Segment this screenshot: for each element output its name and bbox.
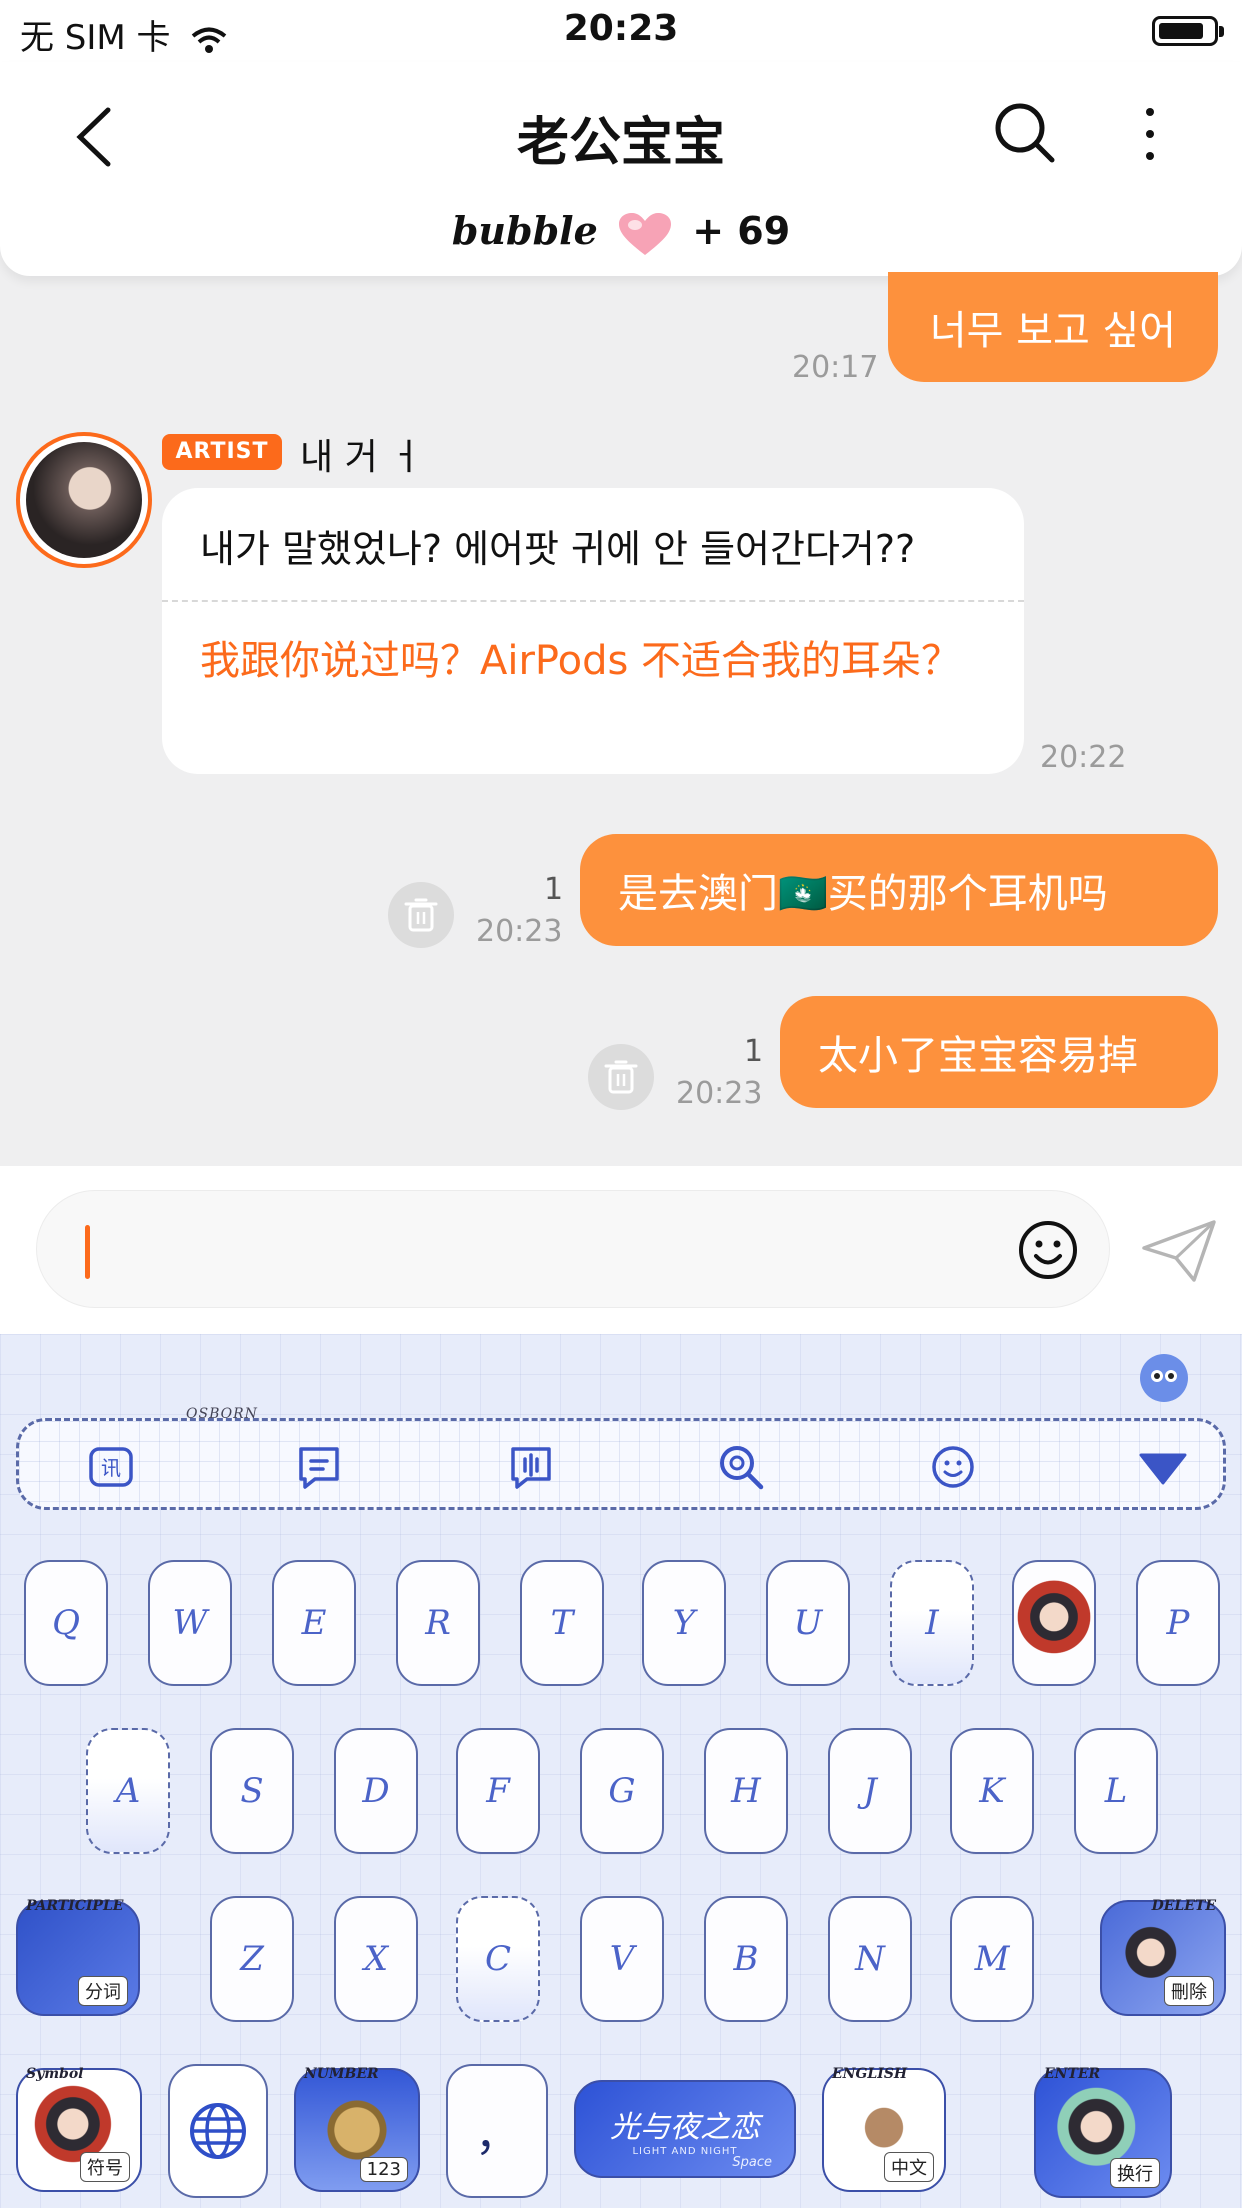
status-bar: 无 SIM 卡 20:23 (0, 0, 1242, 62)
delete-key[interactable]: DELETE 刪除 (1100, 1898, 1226, 2016)
chat-header: 老公宝宝 bubble + 69 (0, 62, 1242, 276)
symbol-key[interactable]: Symbol 符号 (16, 2066, 142, 2192)
key-m[interactable]: M (950, 1896, 1034, 2022)
send-icon[interactable] (1140, 1218, 1220, 1284)
message-time: 20:22 (1040, 740, 1127, 775)
key-y[interactable]: Y (642, 1560, 726, 1686)
bubble-brand: bubble (451, 208, 598, 253)
outgoing-message[interactable]: 너무 보고 싶어 (888, 272, 1218, 382)
artist-avatar[interactable] (16, 432, 152, 568)
key-v[interactable]: V (580, 1896, 664, 2022)
key-j[interactable]: J (828, 1728, 912, 1854)
space-key[interactable]: 光与夜之恋 LIGHT AND NIGHT Space (574, 2080, 796, 2178)
delete-message-button[interactable] (388, 882, 454, 948)
message-text: 太小了宝宝容易掉 (818, 1033, 1138, 1079)
trash-icon (604, 1060, 638, 1094)
message-time: 20:23 (476, 914, 563, 949)
number-key[interactable]: NUMBER 123 (294, 2066, 420, 2192)
key-n[interactable]: N (828, 1896, 912, 2022)
bubble-count: + 69 (692, 209, 791, 253)
artist-name: 내 거 ㅓ (300, 437, 423, 478)
outgoing-message[interactable]: 是去澳门🇲🇴买的那个耳机吗 (580, 834, 1218, 946)
message-input[interactable] (36, 1190, 1110, 1308)
key-p[interactable]: P (1136, 1560, 1220, 1686)
emoji-icon[interactable] (927, 1441, 979, 1493)
key-z[interactable]: Z (210, 1896, 294, 2022)
heart-icon (619, 212, 671, 255)
collapse-keyboard-icon[interactable] (1137, 1441, 1189, 1493)
outgoing-message[interactable]: 太小了宝宝容易掉 (780, 996, 1218, 1108)
battery-icon (1152, 16, 1224, 46)
keyboard: OSBORN 讯 Q W E R T Y U I P A S D F G H J… (0, 1334, 1242, 2208)
message-time: 20:23 (676, 1076, 763, 1111)
globe-icon (190, 2103, 246, 2159)
emoji-icon[interactable] (1017, 1219, 1079, 1281)
message-time: 20:17 (792, 350, 879, 385)
message-text: 내가 말했었나? 에어팟 귀에 안 들어간다거?? (200, 527, 916, 571)
bubble-counter[interactable]: bubble + 69 (0, 208, 1242, 257)
key-t[interactable]: T (520, 1560, 604, 1686)
key-e[interactable]: E (272, 1560, 356, 1686)
language-key[interactable]: ENGLISH 中文 (822, 2066, 946, 2192)
key-f[interactable]: F (456, 1728, 540, 1854)
back-arrow-icon[interactable] (68, 102, 128, 172)
key-q[interactable]: Q (24, 1560, 108, 1686)
delete-message-button[interactable] (588, 1044, 654, 1110)
voice-icon[interactable] (505, 1441, 557, 1493)
more-options-icon[interactable] (1130, 98, 1170, 168)
key-o-character[interactable] (1012, 1560, 1096, 1686)
key-w[interactable]: W (148, 1560, 232, 1686)
key-l[interactable]: L (1074, 1728, 1158, 1854)
key-r[interactable]: R (396, 1560, 480, 1686)
composer (0, 1166, 1242, 1334)
comma-key[interactable]: ， (446, 2064, 548, 2198)
key-s[interactable]: S (210, 1728, 294, 1854)
status-time: 20:23 (563, 8, 679, 49)
search-icon[interactable] (990, 98, 1060, 168)
input-method-icon[interactable]: 讯 (85, 1441, 137, 1493)
read-count: 1 (544, 872, 564, 907)
svg-text:讯: 讯 (101, 1456, 121, 1480)
key-b[interactable]: B (704, 1896, 788, 2022)
key-i[interactable]: I (890, 1560, 974, 1686)
key-a[interactable]: A (86, 1728, 170, 1854)
trash-icon (404, 898, 438, 932)
search-icon[interactable] (715, 1441, 767, 1493)
keyboard-toolbar: 讯 (16, 1418, 1226, 1510)
read-count: 1 (744, 1034, 764, 1069)
artist-badge: ARTIST (162, 434, 282, 470)
clipboard-icon[interactable] (293, 1441, 345, 1493)
message-text: 是去澳门🇲🇴买的那个耳机吗 (618, 871, 1108, 917)
incoming-message[interactable]: 내가 말했었나? 에어팟 귀에 안 들어간다거?? 我跟你说过吗？AirPods… (162, 488, 1024, 774)
keyboard-mascot-icon[interactable] (1140, 1354, 1188, 1402)
key-g[interactable]: G (580, 1728, 664, 1854)
translation-divider (162, 600, 1024, 602)
key-u[interactable]: U (766, 1560, 850, 1686)
enter-key[interactable]: ENTER 换行 (1034, 2066, 1172, 2198)
message-text: 너무 보고 싶어 (929, 308, 1177, 354)
key-h[interactable]: H (704, 1728, 788, 1854)
translation-text: 我跟你说过吗？AirPods 不适合我的耳朵？ (200, 638, 962, 684)
key-k[interactable]: K (950, 1728, 1034, 1854)
participle-key[interactable]: PARTICIPLE 分词 (16, 1898, 140, 2016)
text-cursor (85, 1225, 90, 1279)
key-x[interactable]: X (334, 1896, 418, 2022)
key-c[interactable]: C (456, 1896, 540, 2022)
globe-key[interactable] (168, 2064, 268, 2198)
key-d[interactable]: D (334, 1728, 418, 1854)
